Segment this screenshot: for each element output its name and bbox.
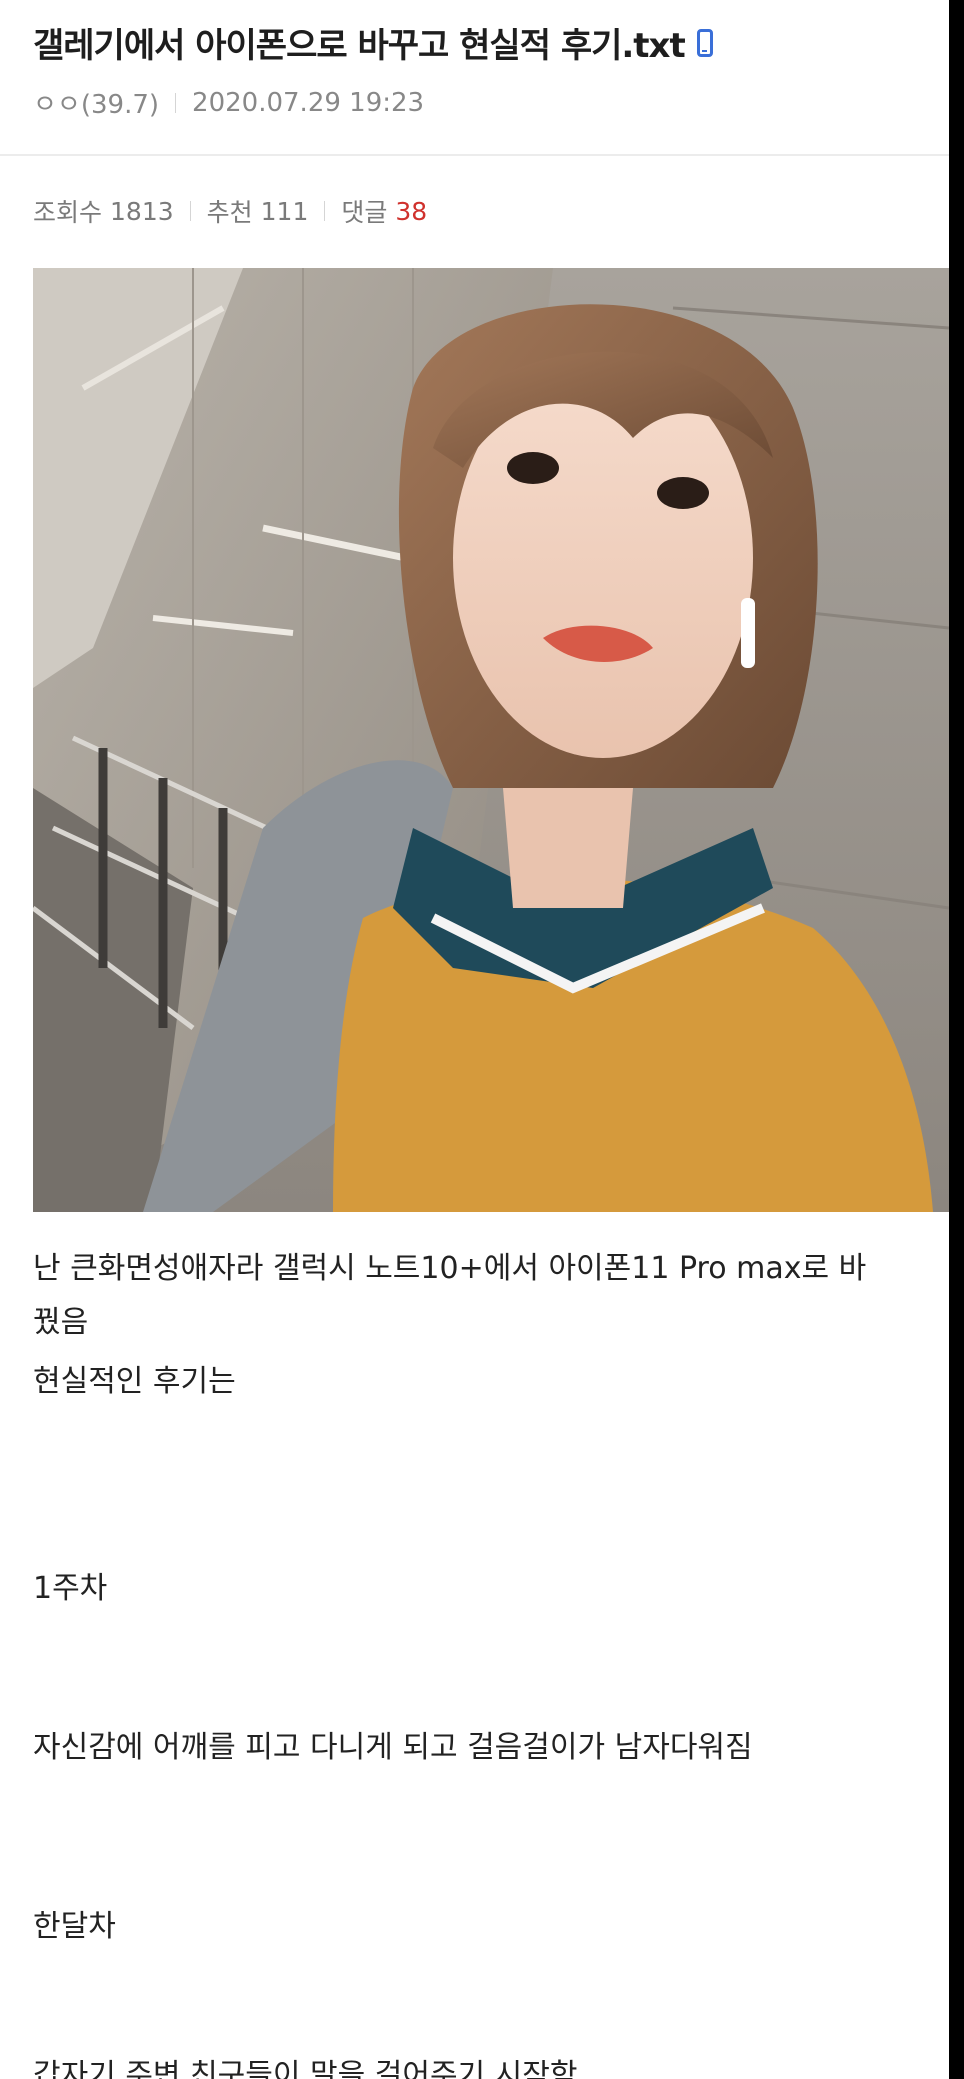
stats-separator: [324, 201, 326, 221]
post-title: 갤레기에서 아이폰으로 바꾸고 현실적 후기.txt: [33, 18, 713, 67]
views-label: 조회수: [33, 198, 103, 227]
post-author[interactable]: ㅇㅇ(39.7): [33, 84, 159, 121]
body-line: 자신감에 어깨를 피고 다니게 되고 걸음걸이가 남자다워짐: [33, 1730, 753, 1765]
body-line: 꿨음: [33, 1305, 89, 1340]
post-header: 갤레기에서 아이폰으로 바꾸고 현실적 후기.txt ㅇㅇ(39.7) 2020…: [0, 0, 949, 156]
post-datetime: 2020.07.29 19:23: [192, 87, 425, 118]
post-photo[interactable]: [33, 268, 949, 1212]
recommend-label: 추천: [206, 198, 253, 227]
selfie-photo-illustration: [33, 268, 949, 1212]
meta-separator: [175, 92, 177, 113]
body-line: 갑자기 주변 친구들이 말을 걸어주기 시작함: [33, 2058, 578, 2079]
comments-count[interactable]: 38: [395, 197, 427, 226]
views-count: 1813: [110, 196, 174, 226]
recommend-count: 111: [260, 196, 309, 226]
mobile-phone-icon: [696, 28, 713, 57]
comments-label[interactable]: 댓글: [341, 193, 387, 229]
body-line: 현실적인 후기는: [33, 1364, 236, 1399]
post-title-text: 갤레기에서 아이폰으로 바꾸고 현실적 후기.txt: [33, 26, 686, 66]
body-line: 1주차: [33, 1571, 108, 1606]
body-line: 한달차: [33, 1909, 116, 1944]
body-line: 난 큰화면성애자라 갤럭시 노트10+에서 아이폰11 Pro max로 바: [33, 1251, 867, 1286]
post-stats: 조회수 1813 추천 111 댓글 38: [33, 193, 427, 229]
header-divider: [0, 154, 949, 156]
stats-separator: [189, 201, 191, 221]
post-meta: ㅇㅇ(39.7) 2020.07.29 19:23: [33, 84, 424, 121]
post-page: 갤레기에서 아이폰으로 바꾸고 현실적 후기.txt ㅇㅇ(39.7) 2020…: [0, 0, 949, 2079]
